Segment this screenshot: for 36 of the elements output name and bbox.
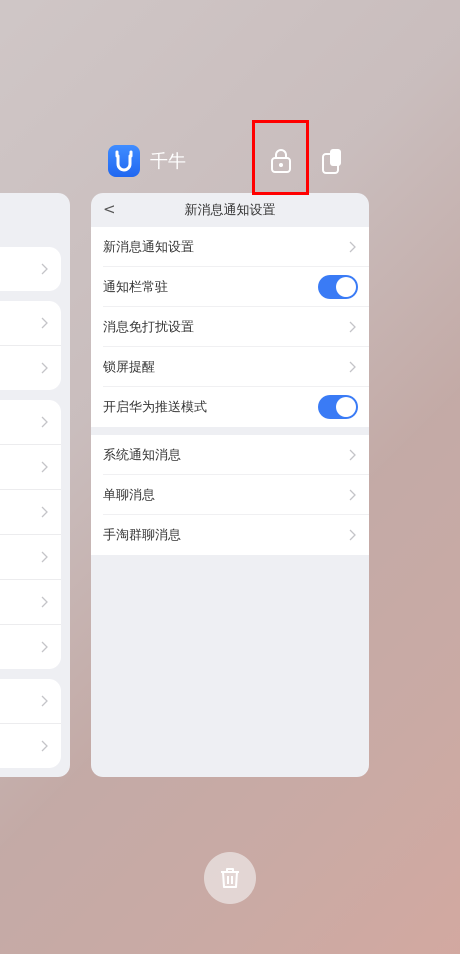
chevron-icon bbox=[349, 529, 356, 541]
split-screen-icon[interactable] bbox=[322, 148, 342, 174]
delete-button[interactable] bbox=[204, 852, 256, 904]
page-title: 新消息通知设置 bbox=[184, 202, 276, 219]
lock-icon[interactable] bbox=[271, 149, 291, 173]
chevron-icon bbox=[349, 488, 356, 500]
app-icon bbox=[108, 145, 140, 177]
back-button[interactable]: < bbox=[101, 200, 118, 218]
trash-icon bbox=[220, 867, 240, 889]
chevron-icon bbox=[349, 240, 356, 252]
chevron-icon bbox=[41, 641, 48, 653]
chevron-icon bbox=[41, 416, 48, 428]
setting-label: 锁屏提醒 bbox=[103, 358, 155, 376]
toggle-switch[interactable] bbox=[318, 395, 358, 419]
app-card[interactable]: < 新消息通知设置 新消息通知设置 通知栏常驻 消息免打扰设置 锁屏提醒 开启华为推送模式 系统通知消息 单聊消息 手淘群聊消息 bbox=[91, 193, 369, 777]
chevron-icon bbox=[41, 506, 48, 518]
setting-label: 开启华为推送模式 bbox=[103, 399, 207, 416]
chevron-icon bbox=[349, 320, 356, 332]
setting-label: 通知栏常驻 bbox=[103, 278, 168, 296]
chevron-icon bbox=[41, 695, 48, 707]
chevron-icon bbox=[41, 551, 48, 563]
chevron-icon bbox=[41, 596, 48, 608]
app-name: 千牛 bbox=[150, 150, 186, 173]
toggle-switch[interactable] bbox=[318, 274, 358, 298]
chevron-icon bbox=[41, 740, 48, 752]
setting-label: 系统通知消息 bbox=[103, 446, 181, 464]
chevron-icon bbox=[41, 461, 48, 473]
setting-label: 手淘群聊消息 bbox=[103, 527, 181, 544]
chevron-icon bbox=[41, 317, 48, 329]
setting-label: 单聊消息 bbox=[103, 486, 155, 504]
chevron-icon bbox=[349, 448, 356, 460]
setting-label: 消息免打扰设置 bbox=[103, 318, 194, 336]
chevron-icon bbox=[349, 360, 356, 372]
chevron-icon bbox=[41, 263, 48, 275]
setting-label: 新消息通知设置 bbox=[103, 238, 194, 256]
chevron-icon bbox=[41, 362, 48, 374]
